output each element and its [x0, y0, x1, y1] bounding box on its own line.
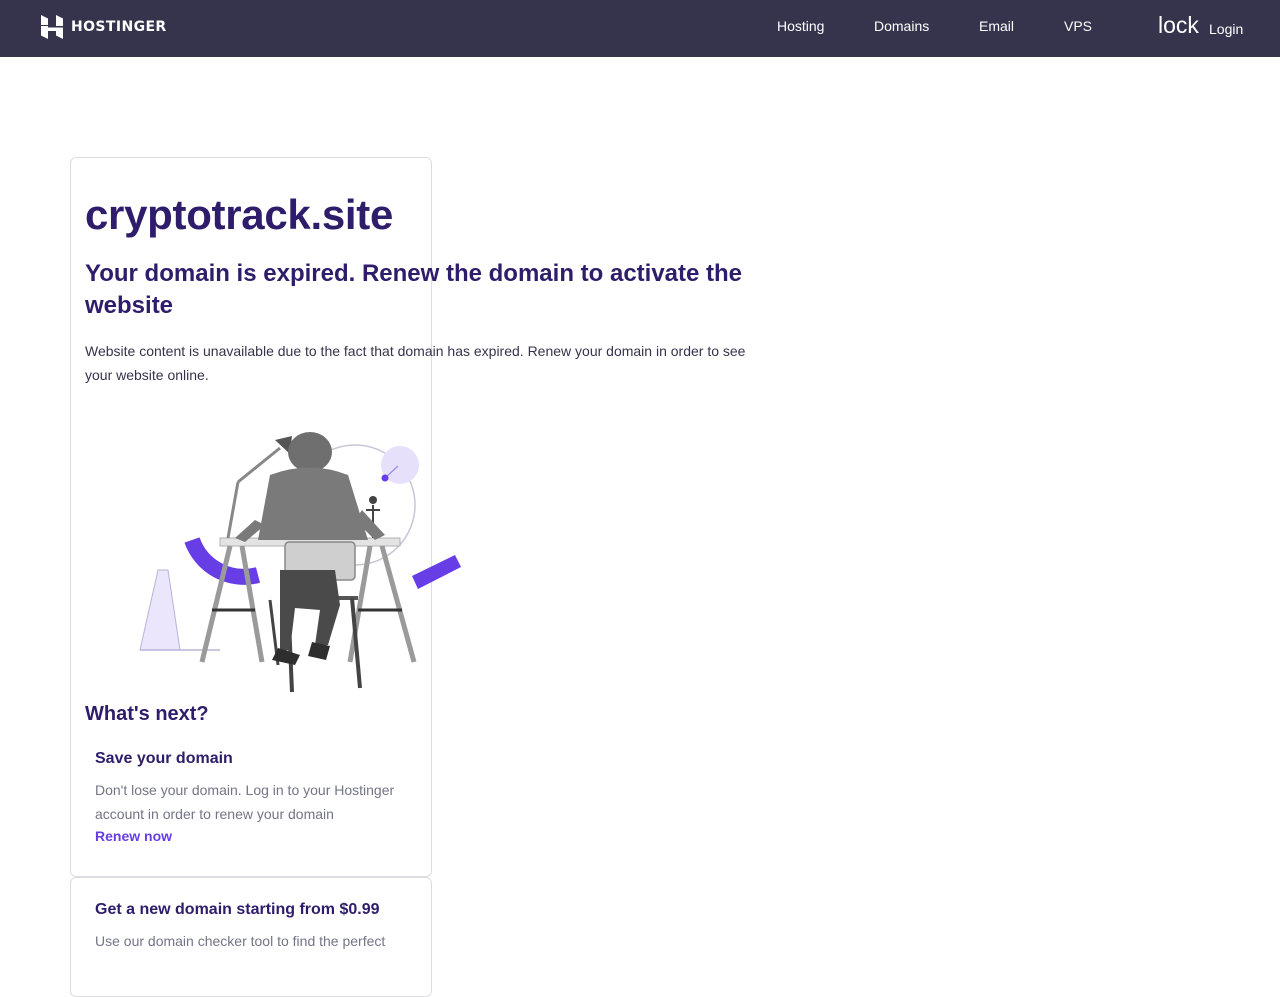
login-link[interactable]: Login — [1209, 21, 1243, 37]
whats-next-heading: What's next? — [85, 703, 209, 725]
expired-description: Website content is unavailable due to th… — [85, 343, 746, 383]
top-navigation-bar: HOSTINGER Hosting Domains Email VPS lock… — [0, 0, 1280, 57]
nav-vps[interactable]: VPS — [1064, 18, 1092, 34]
new-domain-title: Get a new domain starting from $0.99 — [95, 901, 380, 918]
hostinger-logo[interactable]: HOSTINGER — [41, 15, 167, 39]
nav-domains[interactable]: Domains — [874, 18, 929, 34]
lock-icon: lock — [1158, 12, 1199, 38]
save-domain-text: Don't lose your domain. Log in to your H… — [95, 782, 395, 822]
person-at-desk-illustration — [139, 432, 461, 693]
new-domain-text: Use our domain checker tool to find the … — [95, 933, 386, 949]
save-domain-title: Save your domain — [95, 750, 233, 767]
domain-title: cryptotrack.site — [85, 191, 394, 238]
hostinger-logo-icon — [41, 15, 63, 39]
renew-now-link[interactable]: Renew now — [95, 828, 172, 844]
nav-email[interactable]: Email — [979, 18, 1014, 34]
expired-headline: Your domain is expired. Renew the domain… — [85, 260, 743, 319]
nav-hosting[interactable]: Hosting — [777, 18, 824, 34]
brand-name: HOSTINGER — [71, 19, 167, 35]
